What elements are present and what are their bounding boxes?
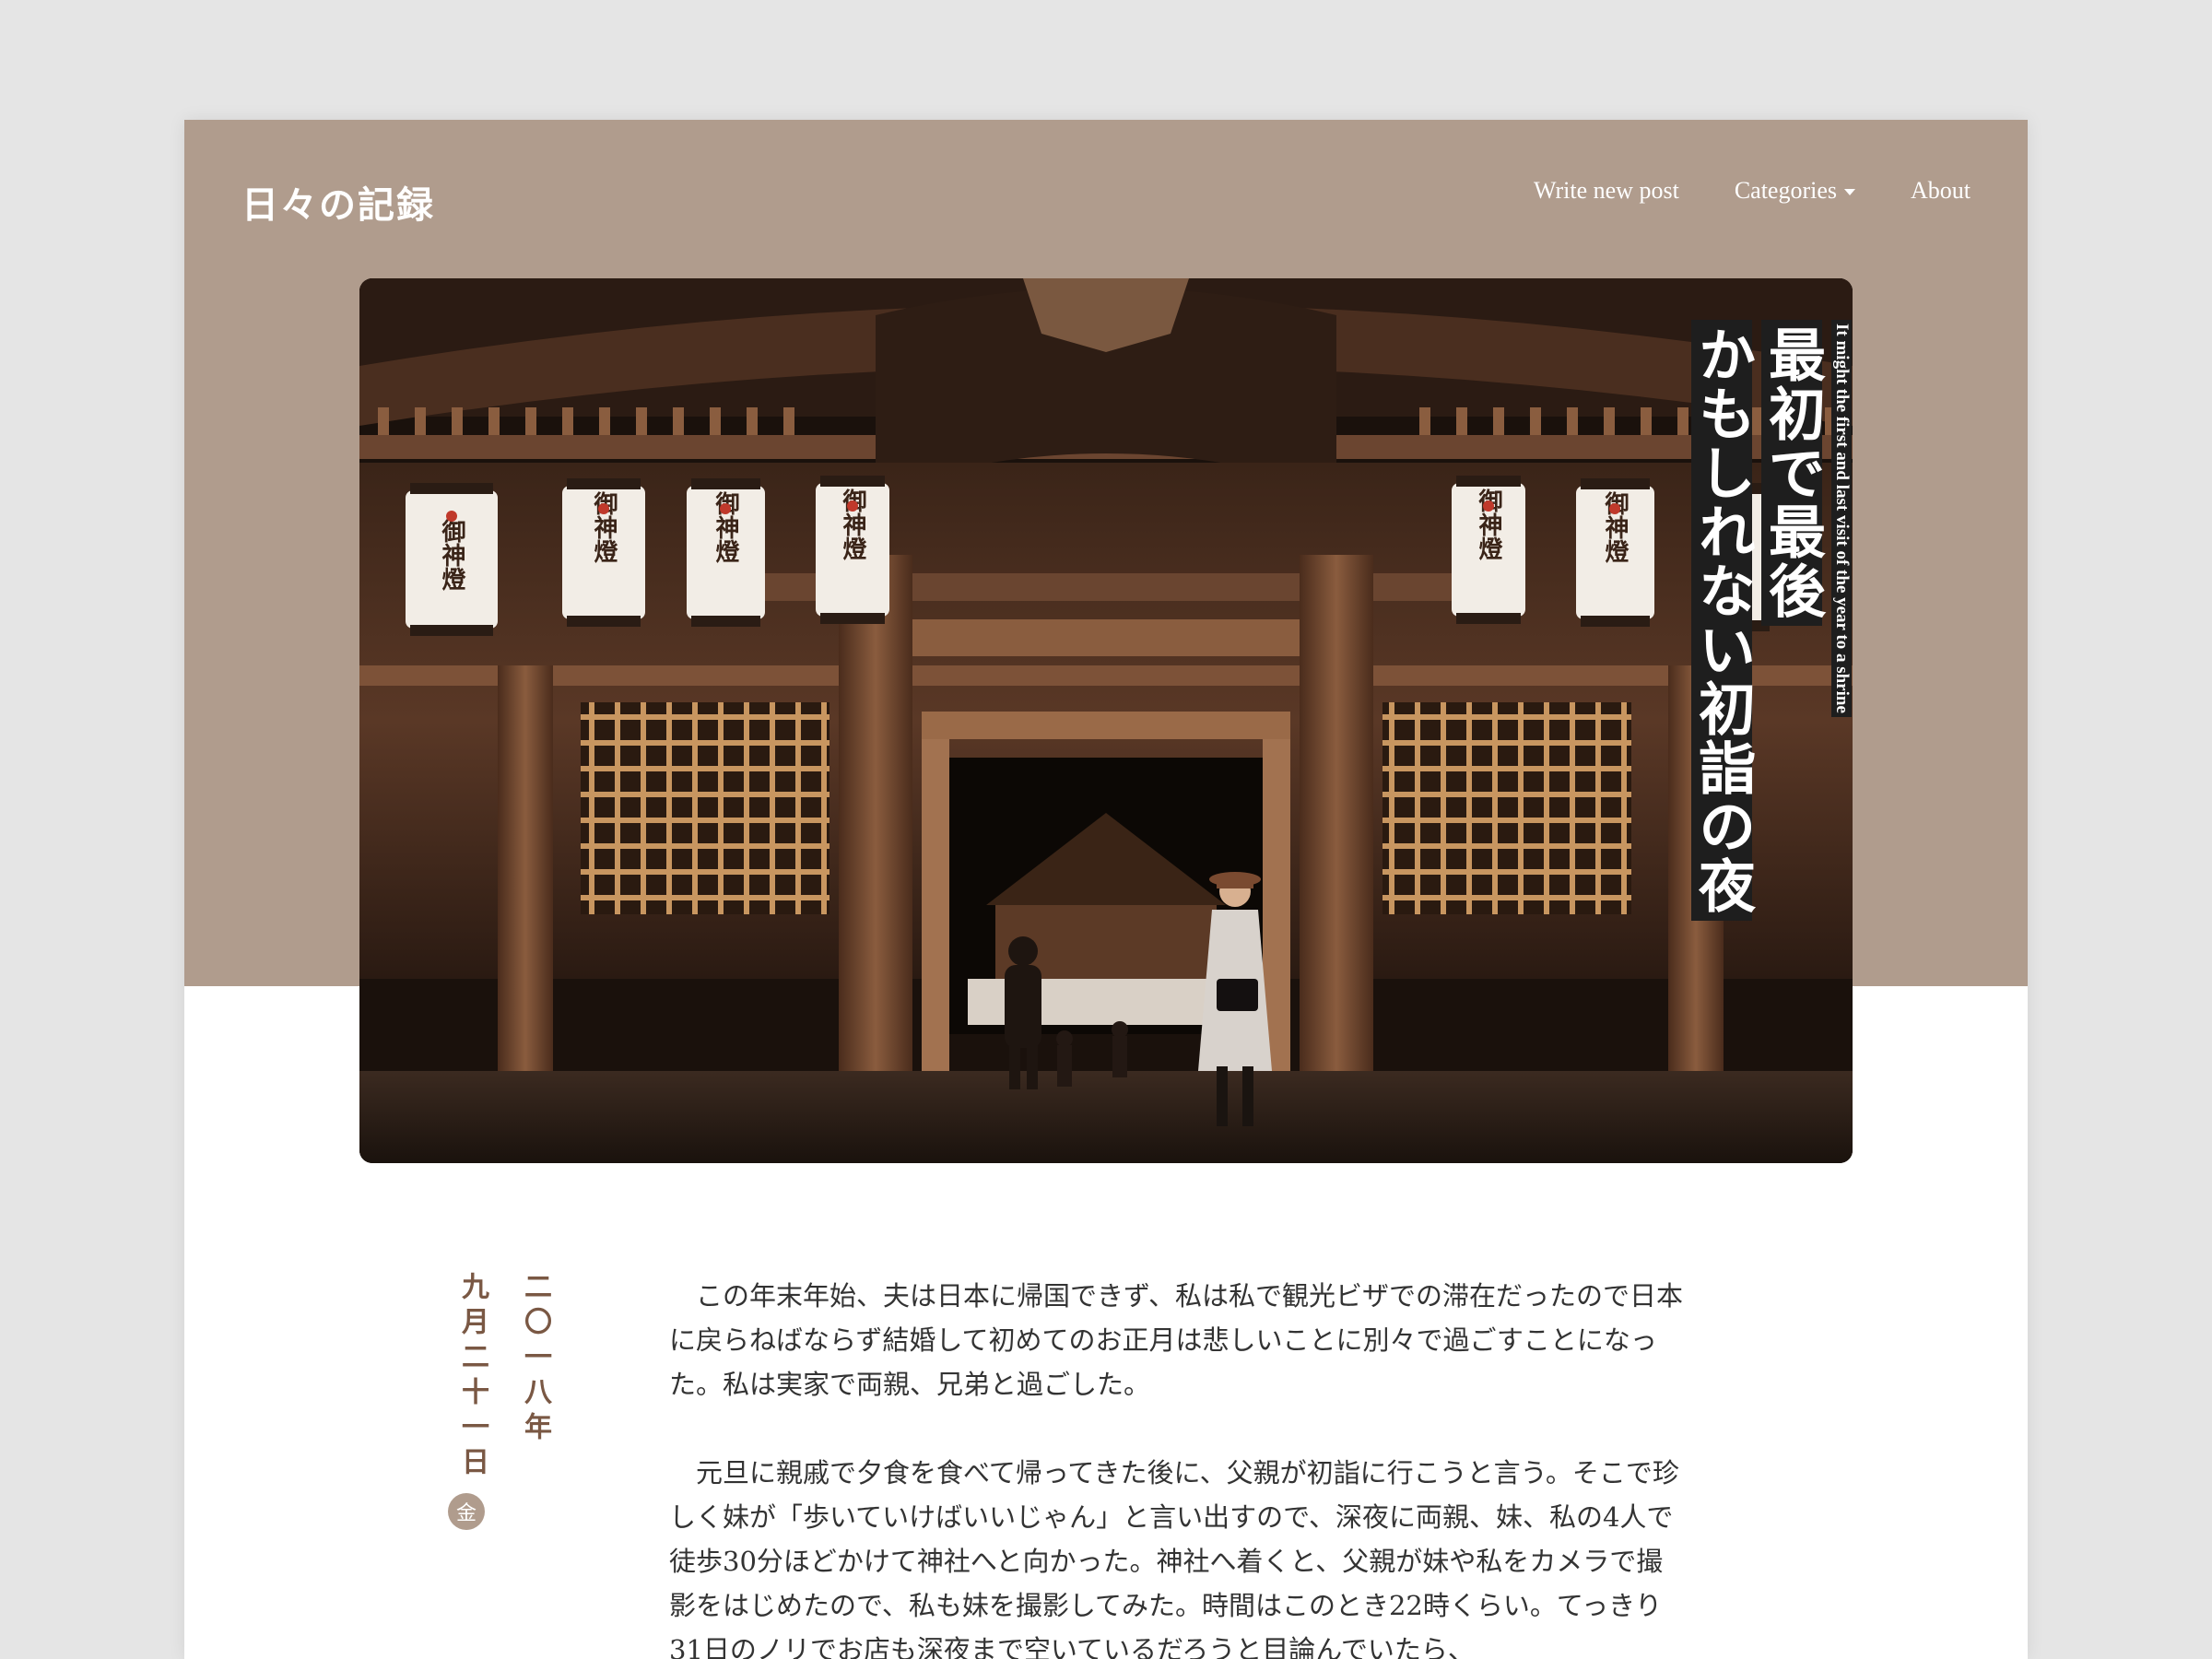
lantern-text-1: 御神燈 [438,518,466,592]
hero-title-line1: 最初で最後 [1759,320,1826,626]
nav-about[interactable]: About [1911,177,1971,205]
chevron-down-icon [1844,189,1855,195]
lantern-text-2: 御神燈 [590,490,618,564]
article-paragraph-1: この年末年始、夫は日本に帰国できず、私は私で観光ビザでの滞在だったので日本に戻ら… [669,1280,1683,1400]
nav-write-new-post[interactable]: Write new post [1534,177,1679,205]
hero-title-line2: かもしれない初詣の夜 [1688,320,1756,921]
main-nav: Write new post Categories About [1534,177,1971,205]
hero-title-group: It might the first and last visit of the… [1688,320,1852,1002]
hero-subtitle: It might the first and last visit of the… [1831,320,1852,717]
nav-categories-label: Categories [1734,177,1837,204]
lantern-text-5: 御神燈 [1475,488,1503,561]
date-month-day: 九月二十一日 [456,1272,488,1482]
article-body: この年末年始、夫は日本に帰国できず、私は私で観光ビザでの滞在だったので日本に戻ら… [669,1274,1683,1659]
lantern-text-4: 御神燈 [839,488,867,561]
hero-image: 御神燈 御神燈 御神燈 御神燈 御神燈 御神燈 御神燈 It might the… [359,278,1853,1163]
lantern-text-3: 御神燈 [712,490,740,564]
shrine-photo: 御神燈 御神燈 御神燈 御神燈 御神燈 御神燈 御神燈 [359,278,1853,1163]
post-date: 二〇一八年 九月二十一日 [452,1272,555,1482]
date-year: 二〇一八年 [519,1272,551,1447]
nav-categories-dropdown[interactable]: Categories [1735,177,1855,205]
weekday-badge: 金 [448,1493,485,1530]
lantern-text-6: 御神燈 [1601,490,1630,564]
site-title[interactable]: 日々の記録 [241,175,435,229]
page-container: 日々の記録 Write new post Categories About 御神… [184,120,2028,1659]
nav-write-label: Write new post [1534,177,1679,204]
article-paragraph-2: 元旦に親戚で夕食を食べて帰ってきた後に、父親が初詣に行こうと言う。そこで珍しく妹… [669,1457,1679,1659]
nav-about-label: About [1911,177,1971,204]
